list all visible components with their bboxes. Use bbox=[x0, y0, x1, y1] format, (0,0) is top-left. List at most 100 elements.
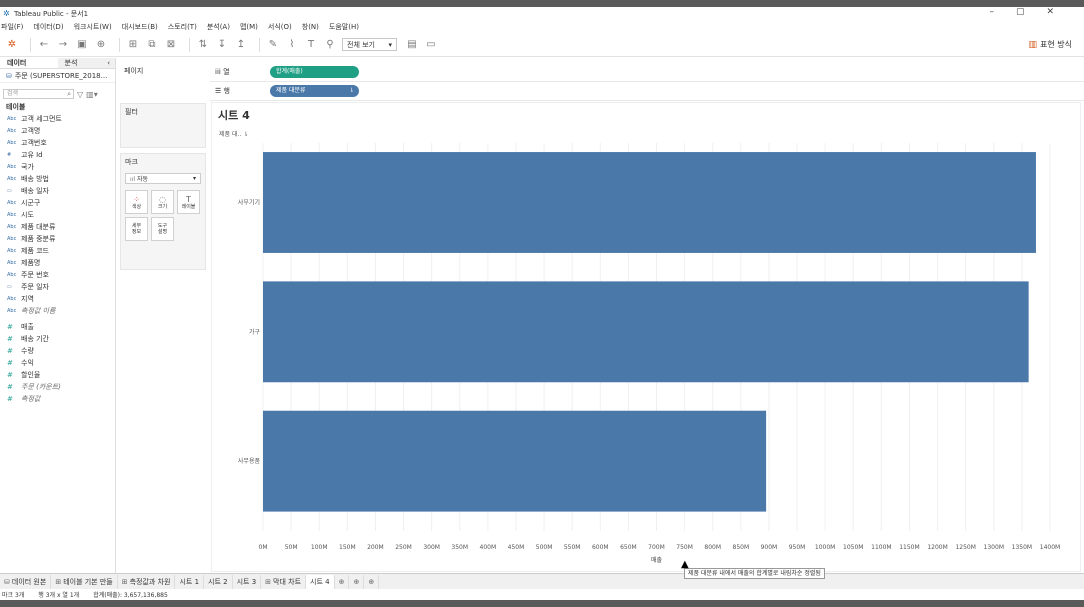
show-cards-icon[interactable]: ▤ bbox=[405, 38, 419, 52]
dimension-field[interactable]: ▭ 주문 일자 bbox=[0, 281, 115, 293]
label-button[interactable]: T 레이블 bbox=[177, 190, 200, 214]
measure-field[interactable]: # 매출 bbox=[0, 321, 115, 333]
measure-field[interactable]: # 주문 (카운트) bbox=[0, 381, 115, 393]
dimension-field[interactable]: Abc 고객 세그먼트 bbox=[0, 113, 115, 125]
pin-icon[interactable]: ⚲ bbox=[323, 38, 337, 52]
dimension-field[interactable]: Abc 지역 bbox=[0, 293, 115, 305]
show-me-button[interactable]: ▥ 표현 방식 bbox=[1029, 39, 1073, 50]
x-tick-label: 100M bbox=[311, 544, 328, 551]
menu-dashboard[interactable]: 대시보드(B) bbox=[122, 22, 158, 32]
tab-data[interactable]: 데이터 bbox=[0, 58, 58, 68]
collapse-icon[interactable]: ‹ bbox=[107, 58, 110, 69]
menu-file[interactable]: 파일(F) bbox=[1, 22, 23, 32]
tableau-home-icon[interactable]: ✲ bbox=[5, 38, 19, 52]
columns-shelf[interactable]: iii 열 합계(매출) bbox=[210, 63, 1084, 82]
size-button[interactable]: ◌ 크기 bbox=[151, 190, 174, 214]
mark-type-dropdown[interactable]: ııl 자동 ▾ bbox=[125, 173, 201, 184]
dimension-field[interactable]: Abc 국가 bbox=[0, 161, 115, 173]
sheet-tab[interactable]: ⊞ 측정값과 차원 bbox=[118, 574, 176, 589]
clear-sheet-icon[interactable]: ⊠ bbox=[164, 38, 178, 52]
sheet-tabs-bar: ⛁ 데이터 원본 ⊞ 테이블 기본 만들 ⊞ 측정값과 차원 시트 1 시트 2 시트 3 ⊞ 막대… bbox=[0, 573, 1084, 589]
sheet-tab[interactable]: 시트 2 bbox=[204, 574, 233, 589]
dimension-field[interactable]: Abc 배송 방법 bbox=[0, 173, 115, 185]
menu-story[interactable]: 스토리(T) bbox=[168, 22, 197, 32]
sheet-tab[interactable]: ⛁ 데이터 원본 bbox=[0, 574, 52, 589]
dimension-field[interactable]: # 고유 Id bbox=[0, 149, 115, 161]
dimension-field[interactable]: Abc 측정값 이름 bbox=[0, 305, 115, 317]
sheet-tab-label: 시트 1 bbox=[179, 577, 200, 586]
close-icon[interactable]: ✕ bbox=[1046, 7, 1054, 17]
new-datasource-icon[interactable]: ⊕ bbox=[94, 38, 108, 52]
datasource-item[interactable]: ⛁ 주문 (SUPERSTORE_2018... bbox=[0, 69, 115, 83]
sheet-tab[interactable]: ⊞ 테이블 기본 만들 bbox=[51, 574, 118, 589]
string-type-icon: Abc bbox=[7, 236, 17, 242]
new-story-icon[interactable]: ⊕ bbox=[364, 574, 380, 589]
sort-descending-icon[interactable]: ↥ bbox=[234, 38, 248, 52]
dimension-field[interactable]: Abc 고객번호 bbox=[0, 137, 115, 149]
filters-card[interactable]: 필터 bbox=[120, 103, 206, 148]
dimension-field[interactable]: Abc 제품 코드 bbox=[0, 245, 115, 257]
presentation-mode-icon[interactable]: ▭ bbox=[424, 38, 438, 52]
sheet-tab[interactable]: ⊞ 막대 차트 bbox=[261, 574, 307, 589]
measure-field[interactable]: # 수익 bbox=[0, 357, 115, 369]
x-tick-label: 1300M bbox=[984, 544, 1004, 551]
duplicate-sheet-icon[interactable]: ⧉ bbox=[145, 38, 159, 52]
sheet-tab[interactable]: 시트 4 bbox=[306, 574, 335, 589]
field-name: 수량 bbox=[21, 347, 34, 355]
menu-analysis[interactable]: 분석(A) bbox=[207, 22, 230, 32]
menu-data[interactable]: 데이터(D) bbox=[33, 22, 63, 32]
sheet-tab[interactable]: 시트 1 bbox=[175, 574, 205, 589]
toolbar-separator bbox=[119, 37, 120, 52]
sheet-tab-label: 시트 4 bbox=[310, 577, 330, 586]
menu-window[interactable]: 창(N) bbox=[302, 22, 319, 32]
rows-shelf[interactable]: ☰ 행 제품 대분류 ⇂ bbox=[210, 82, 1084, 101]
menu-worksheet[interactable]: 워크시트(W) bbox=[74, 22, 112, 32]
menu-format[interactable]: 서식(O) bbox=[268, 22, 292, 32]
tableau-logo-icon: ✲ bbox=[3, 8, 10, 18]
new-worksheet-icon[interactable]: ⊞ bbox=[126, 38, 140, 52]
swap-rows-columns-icon[interactable]: ⇅ bbox=[196, 38, 210, 52]
highlight-icon[interactable]: ✎ bbox=[266, 38, 280, 52]
dimension-field[interactable]: Abc 시도 bbox=[0, 209, 115, 221]
tooltip-button[interactable]: 도구 설명 bbox=[151, 217, 174, 241]
sort-descending-icon: ⇂ bbox=[348, 87, 354, 94]
rows-pill-label: 제품 대분류 bbox=[276, 87, 306, 94]
dimension-field[interactable]: Abc 제품명 bbox=[0, 257, 115, 269]
new-dashboard-icon[interactable]: ⊕ bbox=[349, 574, 365, 589]
marks-title: 마크 bbox=[125, 158, 138, 166]
menu-map[interactable]: 맵(M) bbox=[240, 22, 258, 32]
dimension-field[interactable]: Abc 제품 대분류 bbox=[0, 221, 115, 233]
tables-header: 테이블 bbox=[6, 103, 26, 111]
x-tick-label: 900M bbox=[761, 544, 778, 551]
sort-ascending-icon[interactable]: ↧ bbox=[215, 38, 229, 52]
measure-field[interactable]: # 측정값 bbox=[0, 393, 115, 405]
columns-pill-sum-sales[interactable]: 합계(매출) bbox=[270, 66, 359, 78]
color-button[interactable]: ⁘ 색상 bbox=[125, 190, 148, 214]
string-type-icon: Abc bbox=[7, 248, 17, 254]
group-icon[interactable]: ⌇ bbox=[285, 38, 299, 52]
rows-pill-category[interactable]: 제품 대분류 ⇂ bbox=[270, 85, 359, 97]
detail-button[interactable]: 세부 정보 bbox=[125, 217, 148, 241]
filter-icon[interactable]: ▽ bbox=[77, 90, 83, 99]
dimension-field[interactable]: ▭ 배송 일자 bbox=[0, 185, 115, 197]
undo-icon[interactable]: ← bbox=[37, 38, 51, 52]
fit-dropdown[interactable]: 전체 보기 ▾ bbox=[342, 38, 397, 51]
show-labels-icon[interactable]: T bbox=[304, 38, 318, 52]
dimension-field[interactable]: Abc 제품 중분류 bbox=[0, 233, 115, 245]
measure-field[interactable]: # 할인율 bbox=[0, 369, 115, 381]
menu-help[interactable]: 도움말(H) bbox=[329, 22, 359, 32]
measure-field[interactable]: # 수량 bbox=[0, 345, 115, 357]
dimension-field[interactable]: Abc 시군구 bbox=[0, 197, 115, 209]
new-worksheet-icon[interactable]: ⊕ bbox=[335, 574, 350, 589]
measure-field[interactable]: # 배송 기간 bbox=[0, 333, 115, 345]
field-search-input[interactable]: 검색 ⌕ bbox=[3, 89, 74, 99]
view-options-icon[interactable]: ▥▾ bbox=[86, 90, 98, 99]
sheet-tab[interactable]: 시트 3 bbox=[233, 574, 262, 589]
save-icon[interactable]: ▣ bbox=[75, 38, 89, 52]
tab-analysis[interactable]: 분석 ‹ bbox=[57, 58, 115, 69]
maximize-icon[interactable]: ▢ bbox=[1016, 7, 1025, 17]
minimize-icon[interactable]: – bbox=[989, 7, 994, 17]
redo-icon[interactable]: → bbox=[56, 38, 70, 52]
dimension-field[interactable]: Abc 주문 번호 bbox=[0, 269, 115, 281]
dimension-field[interactable]: Abc 고객명 bbox=[0, 125, 115, 137]
